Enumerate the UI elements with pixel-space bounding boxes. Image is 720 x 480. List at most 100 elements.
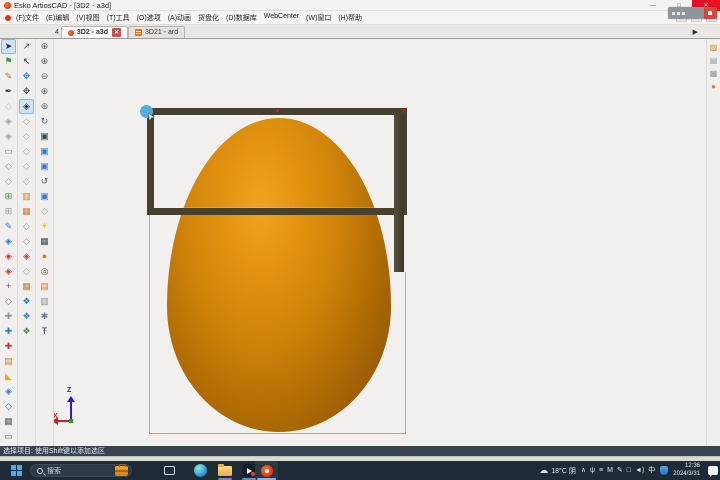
shape-tool-icon[interactable]: ◇ (1, 294, 16, 309)
board-info-icon[interactable]: ▥ (37, 294, 52, 309)
multi-cube-icon[interactable]: ❖ (19, 294, 34, 309)
multi-cube-3-icon[interactable]: ❖ (19, 324, 34, 339)
gears-icon[interactable]: ✱ (37, 309, 52, 324)
diamond-red-icon[interactable]: ◈ (1, 249, 16, 264)
clip-tool-icon[interactable]: ✚ (1, 309, 16, 324)
scene-image-icon[interactable]: ▦ (19, 204, 34, 219)
frame-select-icon[interactable]: ▭ (1, 144, 16, 159)
fold-carton-icon[interactable]: ▥ (19, 189, 34, 204)
zoom-in-icon[interactable]: ⊕ (37, 84, 52, 99)
menu-item-palletization[interactable]: 货盘化 (198, 13, 219, 23)
notification-chat-icon[interactable] (708, 466, 718, 475)
weather-widget[interactable]: ☁ 18°C 阴 (539, 466, 576, 476)
volume-icon[interactable]: ◄) (635, 467, 644, 474)
monitor-icon[interactable]: ▭ (1, 429, 16, 444)
taskbar-clock[interactable]: 12:36 2024/3/31 (673, 463, 700, 479)
t-square-icon[interactable]: Ŧ (37, 324, 52, 339)
camera-blue-icon[interactable]: ▣ (37, 144, 52, 159)
dash-cube-red-icon[interactable]: ◈ (19, 249, 34, 264)
select-tool-icon[interactable]: ➤ (1, 39, 16, 54)
camera-icon[interactable]: ▣ (37, 129, 52, 144)
tab-scroll-right-icon[interactable]: ▶ (693, 28, 698, 36)
menu-item-webcenter[interactable]: WebCenter (264, 13, 299, 23)
edge-browser-button[interactable] (190, 461, 210, 480)
camera-blue-2-icon[interactable]: ▣ (37, 159, 52, 174)
carton-frame-part[interactable] (147, 108, 407, 215)
cube-outline-icon[interactable]: ◇ (37, 204, 52, 219)
light-bulb-icon[interactable]: ☀ (37, 219, 52, 234)
tab-close-icon[interactable]: ✕ (112, 28, 121, 37)
scene-image-2-icon[interactable]: ▦ (19, 279, 34, 294)
diamond-blue-icon[interactable]: ◈ (1, 234, 16, 249)
knife-tool-icon[interactable]: ✎ (1, 69, 16, 84)
tab-3d21-ard[interactable]: 3D21 - ard (128, 26, 185, 38)
start-button[interactable] (6, 461, 26, 480)
screen-gray-icon[interactable]: ▦ (708, 67, 720, 80)
panel-orange-icon[interactable]: ▨ (708, 41, 720, 54)
doc-orange-icon[interactable]: ▤ (37, 279, 52, 294)
dashed-cube-icon[interactable]: ◇ (1, 159, 16, 174)
move-point-icon[interactable]: ✥ (19, 69, 34, 84)
pin-tool-icon[interactable]: + (1, 279, 16, 294)
panel-blue-icon[interactable]: ▣ (37, 189, 52, 204)
mixer-icon[interactable]: ≡ (599, 467, 603, 474)
3d-viewport[interactable]: ➤ Z X (54, 39, 706, 446)
media-icon[interactable]: M (607, 467, 613, 474)
dash-circle-red-icon[interactable]: ◎ (37, 264, 52, 279)
clip-red-icon[interactable]: ✚ (1, 339, 16, 354)
ball-orange-icon[interactable]: ● (708, 80, 720, 93)
screen-dark-icon[interactable]: ▦ (37, 234, 52, 249)
rotate-ccw-icon[interactable]: ↺ (37, 174, 52, 189)
overlay-record-button[interactable] (704, 7, 717, 19)
display-icon[interactable]: □ (627, 467, 631, 474)
view-cube-faint-icon[interactable]: ◇ (1, 99, 16, 114)
panel-gray-icon[interactable]: ▤ (708, 54, 720, 67)
menu-item-window[interactable]: (W)窗口 (306, 13, 331, 23)
task-view-button[interactable] (160, 461, 178, 480)
menu-item-view[interactable]: (V)视图 (76, 13, 99, 23)
grid-green-icon[interactable]: ⊞ (1, 189, 16, 204)
view-cube-2-icon[interactable]: ◈ (1, 129, 16, 144)
rotate-view-icon[interactable]: ↻ (37, 114, 52, 129)
solid-cube-icon[interactable]: ◇ (19, 264, 34, 279)
security-shield-icon[interactable] (660, 466, 668, 475)
hidden-icons-chevron[interactable]: ∧ (581, 467, 586, 474)
top-view-icon[interactable]: ◇ (19, 144, 34, 159)
menu-item-database[interactable]: (D)数据库 (226, 13, 257, 23)
pencil-blue-icon[interactable]: ✎ (1, 219, 16, 234)
menu-item-edit[interactable]: (E)编辑 (46, 13, 69, 23)
back-view-icon[interactable]: ◇ (19, 159, 34, 174)
screen-icon[interactable]: ▦ (1, 414, 16, 429)
zoom-sel-icon[interactable]: ⊕ (37, 54, 52, 69)
menu-item-tools[interactable]: (T)工具 (107, 13, 130, 23)
arrow-tool-icon[interactable]: ✒ (1, 84, 16, 99)
move-copy-icon[interactable]: ✥ (19, 84, 34, 99)
wire-cube-2-icon[interactable]: ◇ (19, 234, 34, 249)
table-orange-icon[interactable]: ▤ (1, 354, 16, 369)
menu-item-options[interactable]: (O)选项 (137, 13, 161, 23)
menu-item-help[interactable]: (H)帮助 (338, 13, 362, 23)
taskbar-search[interactable]: 搜索 (30, 464, 132, 477)
pen-icon[interactable]: ✎ (617, 467, 623, 474)
fold-yellow-icon[interactable]: ◣ (1, 369, 16, 384)
iso-view-icon[interactable]: ◈ (19, 99, 34, 114)
select-arrow-icon[interactable]: ↖ (19, 54, 34, 69)
zoom-out-icon[interactable]: ⊖ (37, 69, 52, 84)
zoom-extents-icon[interactable]: ⊛ (37, 99, 52, 114)
grid-gray-icon[interactable]: ⊞ (1, 204, 16, 219)
dimension-tool-icon[interactable]: ↗ (19, 39, 34, 54)
sphere-orange-icon[interactable]: ● (37, 249, 52, 264)
cube-blue-2-icon[interactable]: ◇ (1, 399, 16, 414)
menu-item-file[interactable]: (F)文件 (16, 13, 39, 23)
carton-frame-post[interactable] (394, 114, 404, 272)
clip-blue-icon[interactable]: ✚ (1, 324, 16, 339)
multi-cube-2-icon[interactable]: ❖ (19, 309, 34, 324)
bottom-view-icon[interactable]: ◇ (19, 174, 34, 189)
wire-cube-icon[interactable]: ◇ (19, 219, 34, 234)
zoom-rect-icon[interactable]: ⊕ (37, 39, 52, 54)
view-cube-icon[interactable]: ◈ (1, 114, 16, 129)
ime-indicator[interactable]: 中 (648, 467, 655, 474)
minimize-button[interactable]: — (640, 0, 666, 11)
front-view-icon[interactable]: ◇ (19, 114, 34, 129)
microphone-icon[interactable]: ψ (590, 467, 595, 474)
